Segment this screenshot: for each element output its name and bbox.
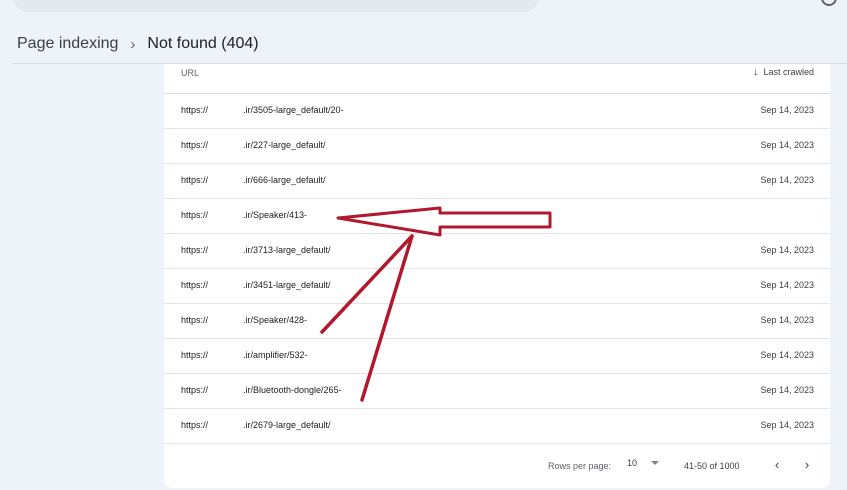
url-protocol: https:// [181,315,209,325]
table-row[interactable]: https:// .ir/Bluetooth-dongle/265- Sep 1… [164,373,830,409]
url-protocol: https:// [181,140,209,150]
next-page-button[interactable]: › [798,456,816,474]
table-row[interactable]: https:// .ir/Speaker/428- Sep 14, 2023 [164,303,830,339]
page-title: Not found (404) [147,35,259,52]
url-path: .ir/3451-large_default/ [243,280,331,290]
previous-page-button[interactable]: ‹ [768,456,786,474]
redacted-domain [212,411,242,440]
url-protocol: https:// [181,105,209,115]
breadcrumb: Page indexing › Not found (404) [17,33,259,55]
url-protocol: https:// [181,280,209,290]
table-row[interactable]: https:// .ir/227-large_default/ Sep 14, … [164,128,830,164]
last-crawled-date: Sep 14, 2023 [760,315,814,325]
last-crawled-date: Sep 14, 2023 [760,245,814,255]
redacted-domain [212,96,242,125]
pagination-range: 41-50 of 1000 [684,461,740,471]
url-table-card: URL ↓ Last crawled https:// .ir/3505-lar… [164,64,830,488]
last-crawled-date: Sep 14, 2023 [760,350,814,360]
table-header: URL ↓ Last crawled [164,64,830,94]
column-header-url: URL [181,68,200,78]
redacted-domain [212,131,242,160]
table-row[interactable]: https:// .ir/3505-large_default/20- Sep … [164,93,830,129]
chevron-right-icon: › [130,35,136,53]
settings-icon[interactable] [821,0,837,6]
column-header-last-crawled-label: Last crawled [763,67,814,77]
arrow-down-icon: ↓ [752,65,759,78]
url-path: .ir/227-large_default/ [243,140,326,150]
rows-per-page-label: Rows per page: [548,461,612,471]
caret-down-icon [651,461,660,465]
redacted-domain [212,341,242,370]
url-protocol: https:// [181,245,209,255]
table-row[interactable]: https:// .ir/666-large_default/ Sep 14, … [164,163,830,199]
url-path: .ir/2679-large_default/ [243,420,331,430]
url-path: .ir/3505-large_default/20- [243,105,344,115]
redacted-domain [212,166,242,195]
url-protocol: https:// [181,420,209,430]
search-bar[interactable] [12,0,540,12]
last-crawled-date: Sep 14, 2023 [760,385,814,395]
last-crawled-date: Sep 14, 2023 [760,175,814,185]
redacted-domain [212,271,242,300]
url-protocol: https:// [181,350,209,360]
rows-per-page-value: 10 [627,458,638,468]
url-protocol: https:// [181,210,209,220]
url-path: .ir/Speaker/428- [243,315,308,325]
redacted-domain [212,236,242,265]
breadcrumb-page-indexing[interactable]: Page indexing [17,35,118,53]
url-path: .ir/Bluetooth-dongle/265- [243,385,342,395]
last-crawled-date: Sep 14, 2023 [760,420,814,430]
table-row[interactable]: https:// .ir/2679-large_default/ Sep 14,… [164,408,830,444]
last-crawled-date: Sep 14, 2023 [760,140,814,150]
redacted-domain [212,201,242,230]
url-protocol: https:// [181,385,209,395]
last-crawled-date: Sep 14, 2023 [760,105,814,115]
column-header-last-crawled[interactable]: ↓ Last crawled [752,65,814,78]
table-pagination: Rows per page: 10 41-50 of 1000 ‹ › [164,449,830,483]
table-row[interactable]: https:// .ir/Speaker/413- [164,198,830,234]
table-row[interactable]: https:// .ir/3451-large_default/ Sep 14,… [164,268,830,304]
rows-per-page-select[interactable]: 10 [627,458,660,468]
url-path: .ir/Speaker/413- [243,210,308,220]
last-crawled-date: Sep 14, 2023 [760,280,814,290]
table-row[interactable]: https:// .ir/amplifier/532- Sep 14, 2023 [164,338,830,374]
url-path: .ir/666-large_default/ [243,175,326,185]
table-row[interactable]: https:// .ir/3713-large_default/ Sep 14,… [164,233,830,269]
url-protocol: https:// [181,175,209,185]
url-path: .ir/amplifier/532- [243,350,308,360]
redacted-domain [212,306,242,335]
url-path: .ir/3713-large_default/ [243,245,331,255]
redacted-domain [212,376,242,405]
